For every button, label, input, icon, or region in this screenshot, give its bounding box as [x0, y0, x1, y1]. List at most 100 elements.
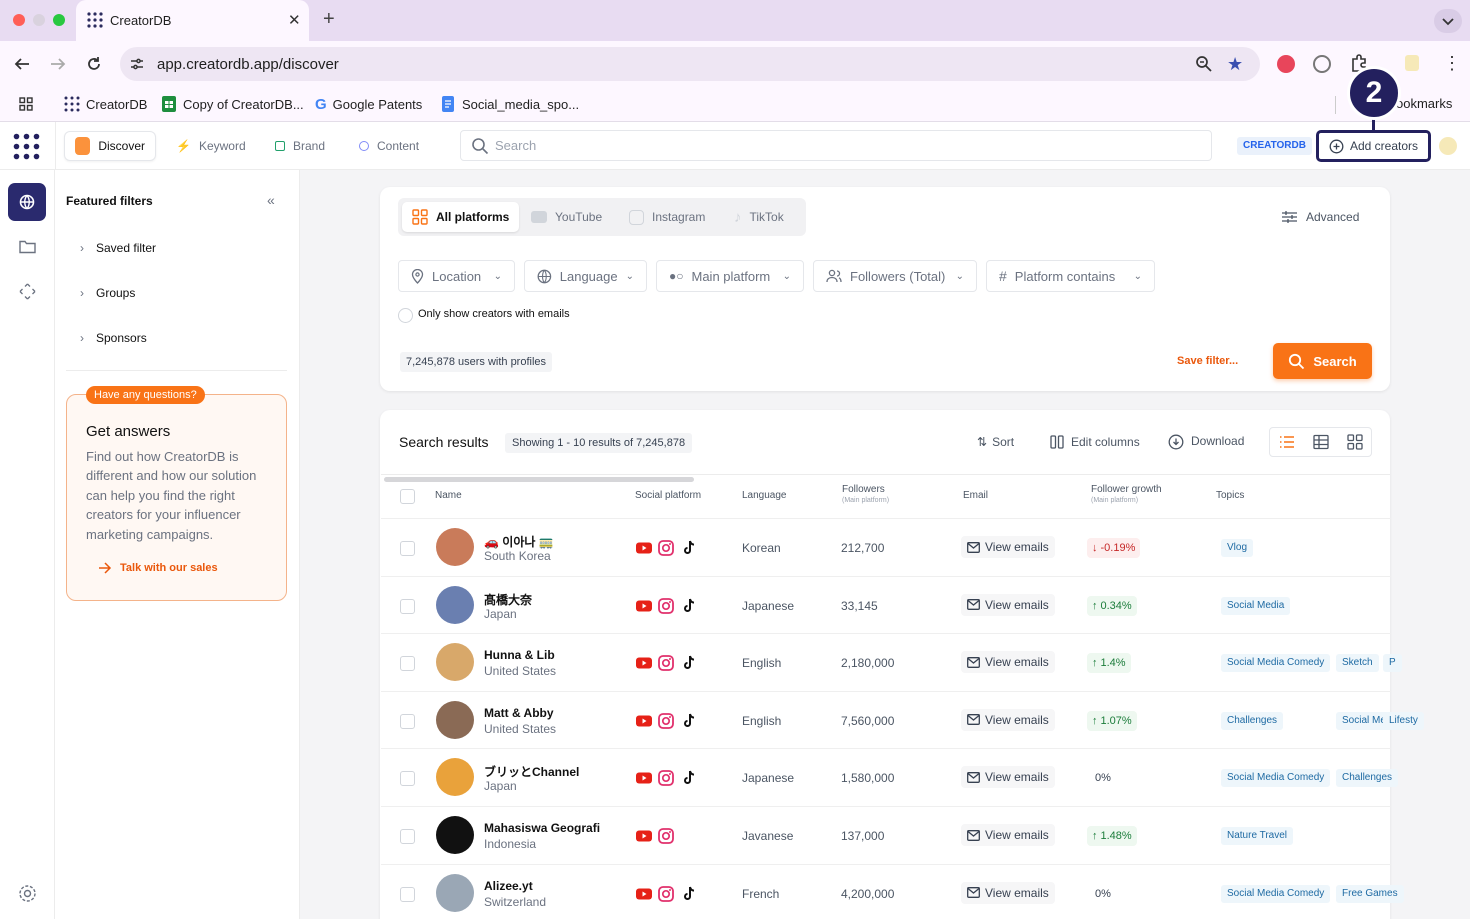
topic-tag[interactable]: P [1383, 654, 1402, 673]
col-social-platform[interactable]: Social platform [635, 490, 701, 501]
reload-icon[interactable] [85, 55, 103, 73]
advanced-filters-button[interactable]: Advanced [1281, 210, 1359, 224]
edit-columns-button[interactable]: Edit columns [1050, 435, 1140, 449]
forward-icon[interactable] [49, 56, 67, 72]
row-checkbox[interactable] [400, 598, 415, 614]
new-tab-button[interactable]: + [323, 8, 335, 31]
creator-name[interactable]: 髙橋大奈 [484, 591, 532, 608]
col-language[interactable]: Language [742, 490, 787, 501]
view-emails-button[interactable]: View emails [961, 593, 1055, 616]
tiktok-icon[interactable] [681, 770, 697, 786]
instagram-icon[interactable] [658, 655, 674, 672]
row-checkbox[interactable] [400, 771, 415, 787]
creator-name[interactable]: ブリッとChannel [484, 763, 579, 780]
view-emails-button[interactable]: View emails [961, 766, 1055, 789]
creator-name[interactable]: Mahasiswa Geografi [484, 821, 600, 835]
save-filter-link[interactable]: Save filter... [1177, 355, 1238, 367]
instagram-icon[interactable] [658, 828, 674, 844]
table-row[interactable]: Matt & Abby United States English 7,560,… [381, 690, 1424, 749]
chrome-menu-icon[interactable]: ⋮ [1443, 53, 1461, 73]
avatar[interactable] [436, 700, 474, 739]
close-tab-icon[interactable]: ✕ [288, 11, 301, 29]
select-all-checkbox[interactable] [400, 489, 415, 504]
bookmark-creatordb[interactable]: CreatorDB [64, 96, 147, 112]
language-dropdown[interactable]: Language ⌄ [524, 260, 647, 292]
grid-view-icon[interactable] [1347, 434, 1363, 450]
topic-tag[interactable]: Social Media [1221, 596, 1291, 615]
instagram-icon[interactable] [658, 597, 674, 614]
close-window-button[interactable] [13, 14, 25, 26]
bookmark-star-icon[interactable]: ★ [1227, 54, 1243, 75]
tiktok-icon[interactable] [681, 655, 697, 671]
tab-keyword[interactable]: ⚡ Keyword [166, 131, 256, 161]
sort-button[interactable]: ⇅ Sort [977, 435, 1014, 449]
instagram-icon[interactable] [658, 712, 674, 729]
topic-tag[interactable]: Social Media Comedy [1221, 769, 1331, 788]
topic-tag[interactable]: Nature Travel [1221, 827, 1294, 845]
view-emails-button[interactable]: View emails [961, 536, 1055, 558]
horizontal-scrollbar[interactable] [384, 477, 694, 482]
instagram-icon[interactable] [658, 770, 674, 787]
platform-contains-dropdown[interactable]: # Platform contains ⌄ [986, 260, 1155, 292]
sidebar-item-saved-filter[interactable]: › Saved filter [80, 241, 156, 255]
avatar[interactable] [436, 585, 474, 624]
platform-tab-all[interactable]: All platforms [402, 202, 520, 232]
apps-grid-icon[interactable] [19, 97, 33, 111]
header-search-input[interactable]: Search [460, 130, 1212, 161]
browser-tab[interactable]: CreatorDB ✕ [76, 0, 309, 41]
avatar[interactable] [436, 643, 474, 682]
creator-name[interactable]: 🚗 이아나 🚃 [484, 533, 554, 550]
move-icon[interactable] [19, 283, 36, 300]
minimize-window-button[interactable] [33, 14, 45, 26]
tab-brand[interactable]: Brand [265, 131, 335, 161]
table-view-icon[interactable] [1313, 434, 1329, 450]
topic-tag[interactable]: Social Media Comedy [1221, 884, 1331, 903]
youtube-icon[interactable] [636, 655, 652, 671]
url-text[interactable]: app.creatordb.app/discover [157, 56, 339, 73]
tab-content[interactable]: Content [349, 131, 429, 161]
creator-name[interactable]: Hunna & Lib [484, 648, 555, 662]
site-settings-icon[interactable] [129, 56, 145, 72]
youtube-icon[interactable] [636, 713, 652, 729]
row-checkbox[interactable] [400, 541, 415, 556]
tiktok-icon[interactable] [681, 713, 697, 729]
table-row[interactable]: 髙橋大奈 Japan Japanese 33,145 View emails ↑… [381, 575, 1391, 634]
platform-tab-instagram[interactable]: Instagram [619, 202, 715, 232]
row-checkbox[interactable] [400, 656, 415, 672]
tiktok-icon[interactable] [681, 598, 697, 614]
topic-tag[interactable]: Sketch [1336, 654, 1379, 673]
profile-icon[interactable] [1405, 55, 1419, 71]
view-emails-button[interactable]: View emails [961, 651, 1055, 674]
avatar[interactable] [436, 758, 474, 797]
list-view-icon[interactable] [1279, 434, 1295, 450]
col-followers[interactable]: Followers (Main platform) [842, 484, 889, 504]
location-dropdown[interactable]: Location ⌄ [398, 260, 515, 292]
topic-tag[interactable]: Vlog [1221, 539, 1254, 557]
zoom-icon[interactable] [1195, 55, 1213, 73]
avatar[interactable] [436, 528, 474, 566]
youtube-icon[interactable] [636, 540, 652, 556]
instagram-icon[interactable] [658, 885, 674, 902]
youtube-icon[interactable] [636, 598, 652, 614]
col-email[interactable]: Email [963, 490, 988, 501]
sidebar-item-groups[interactable]: › Groups [80, 286, 135, 300]
app-logo-icon[interactable] [13, 133, 40, 160]
platform-tab-tiktok[interactable]: ♪ TikTok [724, 202, 794, 232]
sidebar-item-sponsors[interactable]: › Sponsors [80, 331, 147, 345]
view-emails-button[interactable]: View emails [961, 708, 1055, 731]
youtube-icon[interactable] [636, 828, 652, 844]
instagram-icon[interactable] [658, 540, 674, 556]
extension-red-icon[interactable] [1277, 55, 1295, 73]
table-row[interactable]: ブリッとChannel Japan Japanese 1,580,000 Vie… [381, 748, 1399, 806]
settings-icon[interactable] [18, 884, 37, 903]
download-button[interactable]: Download [1168, 434, 1244, 450]
extension-grammar-icon[interactable] [1313, 55, 1331, 73]
followers-dropdown[interactable]: Followers (Total) ⌄ [813, 260, 977, 292]
platform-tab-youtube[interactable]: YouTube [521, 202, 612, 232]
avatar[interactable] [436, 816, 474, 854]
topic-tag[interactable]: Social Media Comedy [1221, 654, 1331, 673]
table-row[interactable]: Mahasiswa Geografi Indonesia Javanese 13… [381, 806, 1391, 864]
creator-name[interactable]: Matt & Abby [484, 706, 554, 720]
row-checkbox[interactable] [400, 829, 415, 844]
col-topics[interactable]: Topics [1216, 490, 1244, 501]
